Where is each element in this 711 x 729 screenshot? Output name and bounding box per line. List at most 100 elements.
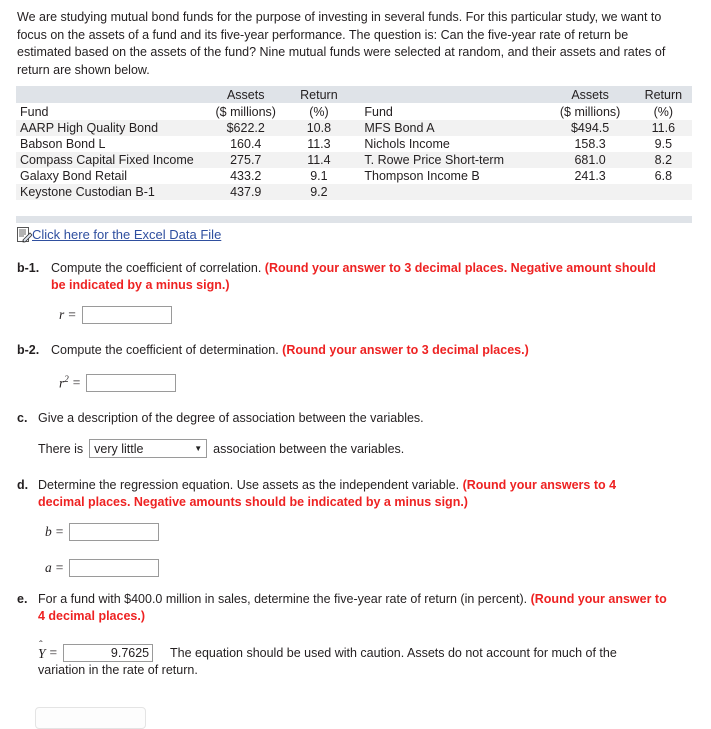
association-sentence: There is very little ▼ association betwe…	[38, 439, 404, 458]
question-b2-prompt: Compute the coefficient of determination…	[51, 343, 283, 357]
cell-fund-left: Compass Capital Fixed Income	[16, 152, 202, 168]
sentence-suffix: association between the variables.	[213, 441, 405, 456]
question-c-text: Give a description of the degree of asso…	[38, 411, 424, 425]
question-b1-prompt: Compute the coefficient of correlation.	[51, 261, 265, 275]
header-return-left: Return	[290, 86, 348, 103]
cell-assets-right	[545, 184, 635, 200]
cell-return-right	[634, 184, 692, 200]
cell-assets-left: 437.9	[201, 184, 291, 200]
symbol-r-squared: r2	[59, 374, 69, 392]
answer-row-d-b: b =	[45, 523, 160, 541]
question-c: c. Give a description of the degree of a…	[17, 410, 672, 427]
symbol-y-hat: ˆY	[38, 639, 46, 660]
cell-assets-left: 160.4	[201, 136, 291, 152]
cell-assets-right: $494.5	[545, 120, 635, 136]
cell-fund-left: Galaxy Bond Retail	[16, 168, 202, 184]
symbol-r: r	[59, 307, 65, 322]
question-d: d. Determine the regression equation. Us…	[17, 477, 665, 511]
header-return-unit-right: (%)	[634, 103, 692, 120]
answer-row-e: ˆY =	[38, 639, 154, 662]
equals-sign: =	[68, 307, 76, 322]
association-degree-select[interactable]: very little ▼	[89, 439, 208, 458]
regression-intercept-input[interactable]	[69, 559, 160, 577]
predicted-return-input[interactable]	[63, 644, 154, 662]
header-blank-right	[360, 86, 546, 103]
header-fund-left: Fund	[16, 103, 202, 120]
question-e-text: For a fund with $400.0 million in sales,…	[38, 591, 672, 625]
mutual-funds-table: Assets Return Assets Return Fund ($ mill…	[16, 86, 692, 223]
determination-coefficient-input[interactable]	[86, 374, 177, 392]
correlation-coefficient-input[interactable]	[81, 306, 172, 324]
answer-row-b2: r2 =	[59, 374, 177, 392]
cell-return-left: 11.4	[290, 152, 348, 168]
equals-sign: =	[49, 645, 58, 660]
cell-return-left: 9.2	[290, 184, 348, 200]
header-assets-unit-right: ($ millions)	[545, 103, 635, 120]
cell-return-left: 11.3	[290, 136, 348, 152]
header-blank-left	[16, 86, 202, 103]
question-e: e. For a fund with $400.0 million in sal…	[17, 591, 672, 625]
equals-sign: =	[55, 560, 64, 575]
header-return-right: Return	[634, 86, 692, 103]
table-row: AARP High Quality Bond $622.2 10.8 MFS B…	[16, 120, 692, 136]
question-e-caution-text: The equation should be used with caution…	[170, 646, 617, 660]
cell-assets-left: 433.2	[201, 168, 291, 184]
header-fund-right: Fund	[360, 103, 546, 120]
exponent-two: 2	[64, 374, 69, 385]
equals-sign: =	[72, 375, 81, 390]
cell-fund-right: MFS Bond A	[360, 120, 546, 136]
cell-return-right: 6.8	[634, 168, 692, 184]
question-d-label: d.	[17, 478, 29, 492]
excel-file-icon	[17, 227, 32, 243]
cell-fund-right: T. Rowe Price Short-term	[360, 152, 546, 168]
cell-assets-right: 241.3	[545, 168, 635, 184]
association-degree-value: very little	[94, 441, 144, 456]
cell-return-right: 11.6	[634, 120, 692, 136]
question-d-prompt: Determine the regression equation. Use a…	[38, 478, 463, 492]
question-b1-text: Compute the coefficient of correlation. …	[51, 260, 672, 294]
question-e-prompt: For a fund with $400.0 million in sales,…	[38, 592, 531, 606]
question-b1-label: b-1.	[17, 261, 40, 275]
cell-assets-left: $622.2	[201, 120, 291, 136]
cell-fund-left: Babson Bond L	[16, 136, 202, 152]
question-e-caution-text-line2: variation in the rate of return.	[38, 663, 198, 677]
table-header-row-top: Assets Return Assets Return	[16, 86, 692, 103]
excel-data-file-link[interactable]: Click here for the Excel Data File	[32, 227, 221, 243]
chevron-down-icon: ▼	[194, 443, 203, 453]
excel-data-file-row[interactable]: Click here for the Excel Data File	[17, 227, 221, 243]
table-row: Babson Bond L 160.4 11.3 Nichols Income …	[16, 136, 692, 152]
header-assets-unit-left: ($ millions)	[201, 103, 291, 120]
question-b2-label: b-2.	[17, 343, 40, 357]
cell-fund-left: Keystone Custodian B-1	[16, 184, 202, 200]
table-spacer-row	[16, 200, 692, 216]
table-header-row-sub: Fund ($ millions) (%) Fund ($ millions) …	[16, 103, 692, 120]
header-return-unit-left: (%)	[290, 103, 348, 120]
answer-row-b1: r =	[59, 306, 172, 324]
table-row: Compass Capital Fixed Income 275.7 11.4 …	[16, 152, 692, 168]
question-e-label: e.	[17, 592, 28, 606]
symbol-b: b	[45, 524, 52, 539]
cell-return-left: 10.8	[290, 120, 348, 136]
answer-row-d-a: a =	[45, 559, 160, 577]
question-b2: b-2. Compute the coefficient of determin…	[17, 342, 672, 359]
table-row: Galaxy Bond Retail 433.2 9.1 Thompson In…	[16, 168, 692, 184]
table-row: Keystone Custodian B-1 437.9 9.2	[16, 184, 692, 200]
question-b1: b-1. Compute the coefficient of correlat…	[17, 260, 672, 294]
header-assets-left: Assets	[201, 86, 291, 103]
table-footer-band	[16, 216, 692, 223]
cell-assets-right: 158.3	[545, 136, 635, 152]
question-c-label: c.	[17, 411, 28, 425]
question-b2-highlight: (Round your answer to 3 decimal places.)	[282, 343, 529, 357]
cell-fund-right: Nichols Income	[360, 136, 546, 152]
cell-fund-right	[360, 184, 546, 200]
bottom-partial-control[interactable]	[35, 707, 146, 729]
cell-fund-left: AARP High Quality Bond	[16, 120, 202, 136]
problem-intro-paragraph: We are studying mutual bond funds for th…	[17, 10, 666, 77]
cell-assets-right: 681.0	[545, 152, 635, 168]
cell-fund-right: Thompson Income B	[360, 168, 546, 184]
header-gap	[347, 86, 361, 103]
mutual-funds-table-container: Assets Return Assets Return Fund ($ mill…	[16, 86, 692, 223]
regression-slope-input[interactable]	[69, 523, 160, 541]
caret-accent: ˆ	[39, 638, 43, 651]
header-assets-right: Assets	[545, 86, 635, 103]
